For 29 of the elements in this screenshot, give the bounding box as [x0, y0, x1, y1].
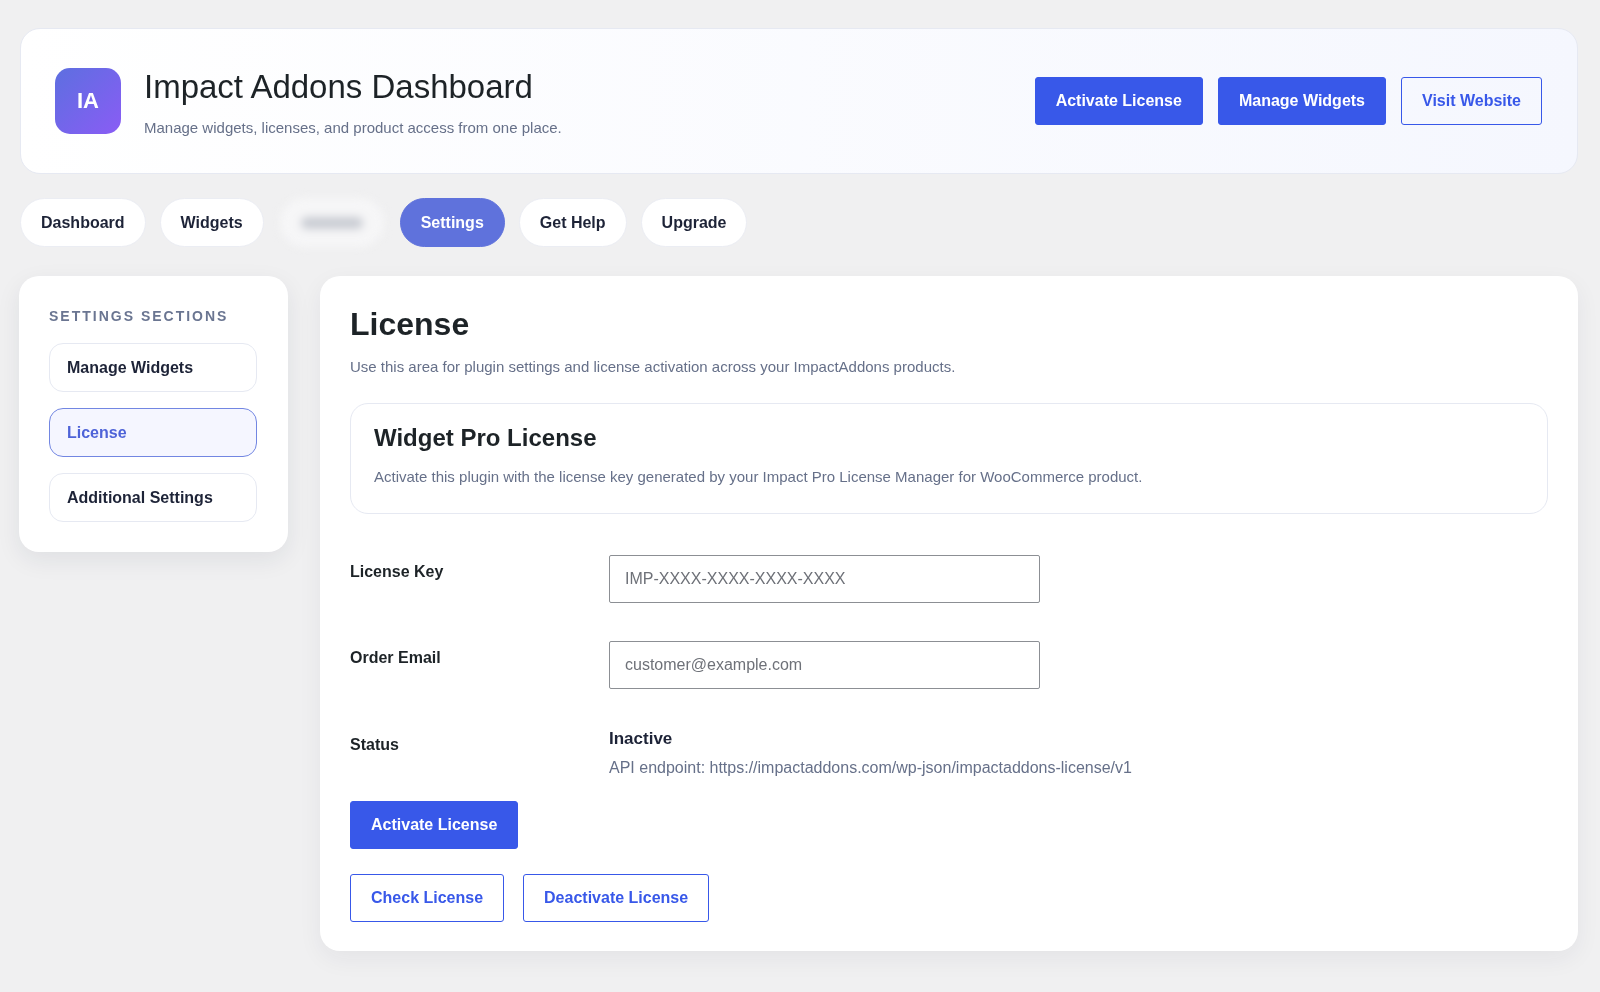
section-description: Use this area for plugin settings and license activation across your ImpactAddons products.: [350, 357, 957, 377]
page-title: Impact Addons Dashboard: [144, 66, 534, 107]
page-subtitle: Manage widgets, licenses, and product access from one place.: [144, 117, 562, 138]
endpoint-note: API endpoint: https://impactaddons.com/wp-json/impactaddons-license/v1: [609, 758, 1132, 778]
field-label: Status: [350, 736, 399, 753]
license-action-button[interactable]: Deactivate License: [523, 874, 710, 922]
header-button[interactable]: Manage Widgets: [1217, 77, 1386, 125]
header-button[interactable]: Activate License: [1034, 77, 1203, 125]
field-label: Order Email: [350, 649, 441, 666]
license-card-title: Widget Pro License: [374, 423, 598, 452]
nav-tab[interactable]: Dashboard: [20, 198, 146, 247]
nav-tab[interactable]: Widgets: [159, 198, 264, 247]
status-value: Inactive: [609, 728, 674, 749]
logo: IA: [55, 68, 121, 134]
field-label: License Key: [350, 563, 444, 580]
sidebar-item[interactable]: Additional Settings: [49, 473, 257, 522]
license-card-description: Activate this plugin with the license key generated by your Impact Pro License Manager for WooCommerce product.: [374, 467, 1144, 487]
section-title: License: [350, 305, 471, 343]
nav-tab[interactable]: Upgrade: [640, 198, 748, 247]
sidebar-item[interactable]: License: [49, 408, 257, 457]
sidebar-heading: SETTINGS SECTIONS: [49, 308, 230, 325]
nav-tab[interactable]: Get Help: [518, 198, 627, 247]
text-field[interactable]: customer@example.com: [609, 641, 1040, 689]
sidebar-item[interactable]: Manage Widgets: [49, 343, 257, 392]
text-field[interactable]: IMP-XXXX-XXXX-XXXX-XXXX: [609, 555, 1040, 603]
license-action-button[interactable]: Check License: [350, 874, 505, 922]
license-action-button[interactable]: Activate License: [350, 801, 519, 849]
header-button[interactable]: Visit Website: [1401, 77, 1542, 125]
nav-tab[interactable]: Settings: [399, 198, 505, 247]
